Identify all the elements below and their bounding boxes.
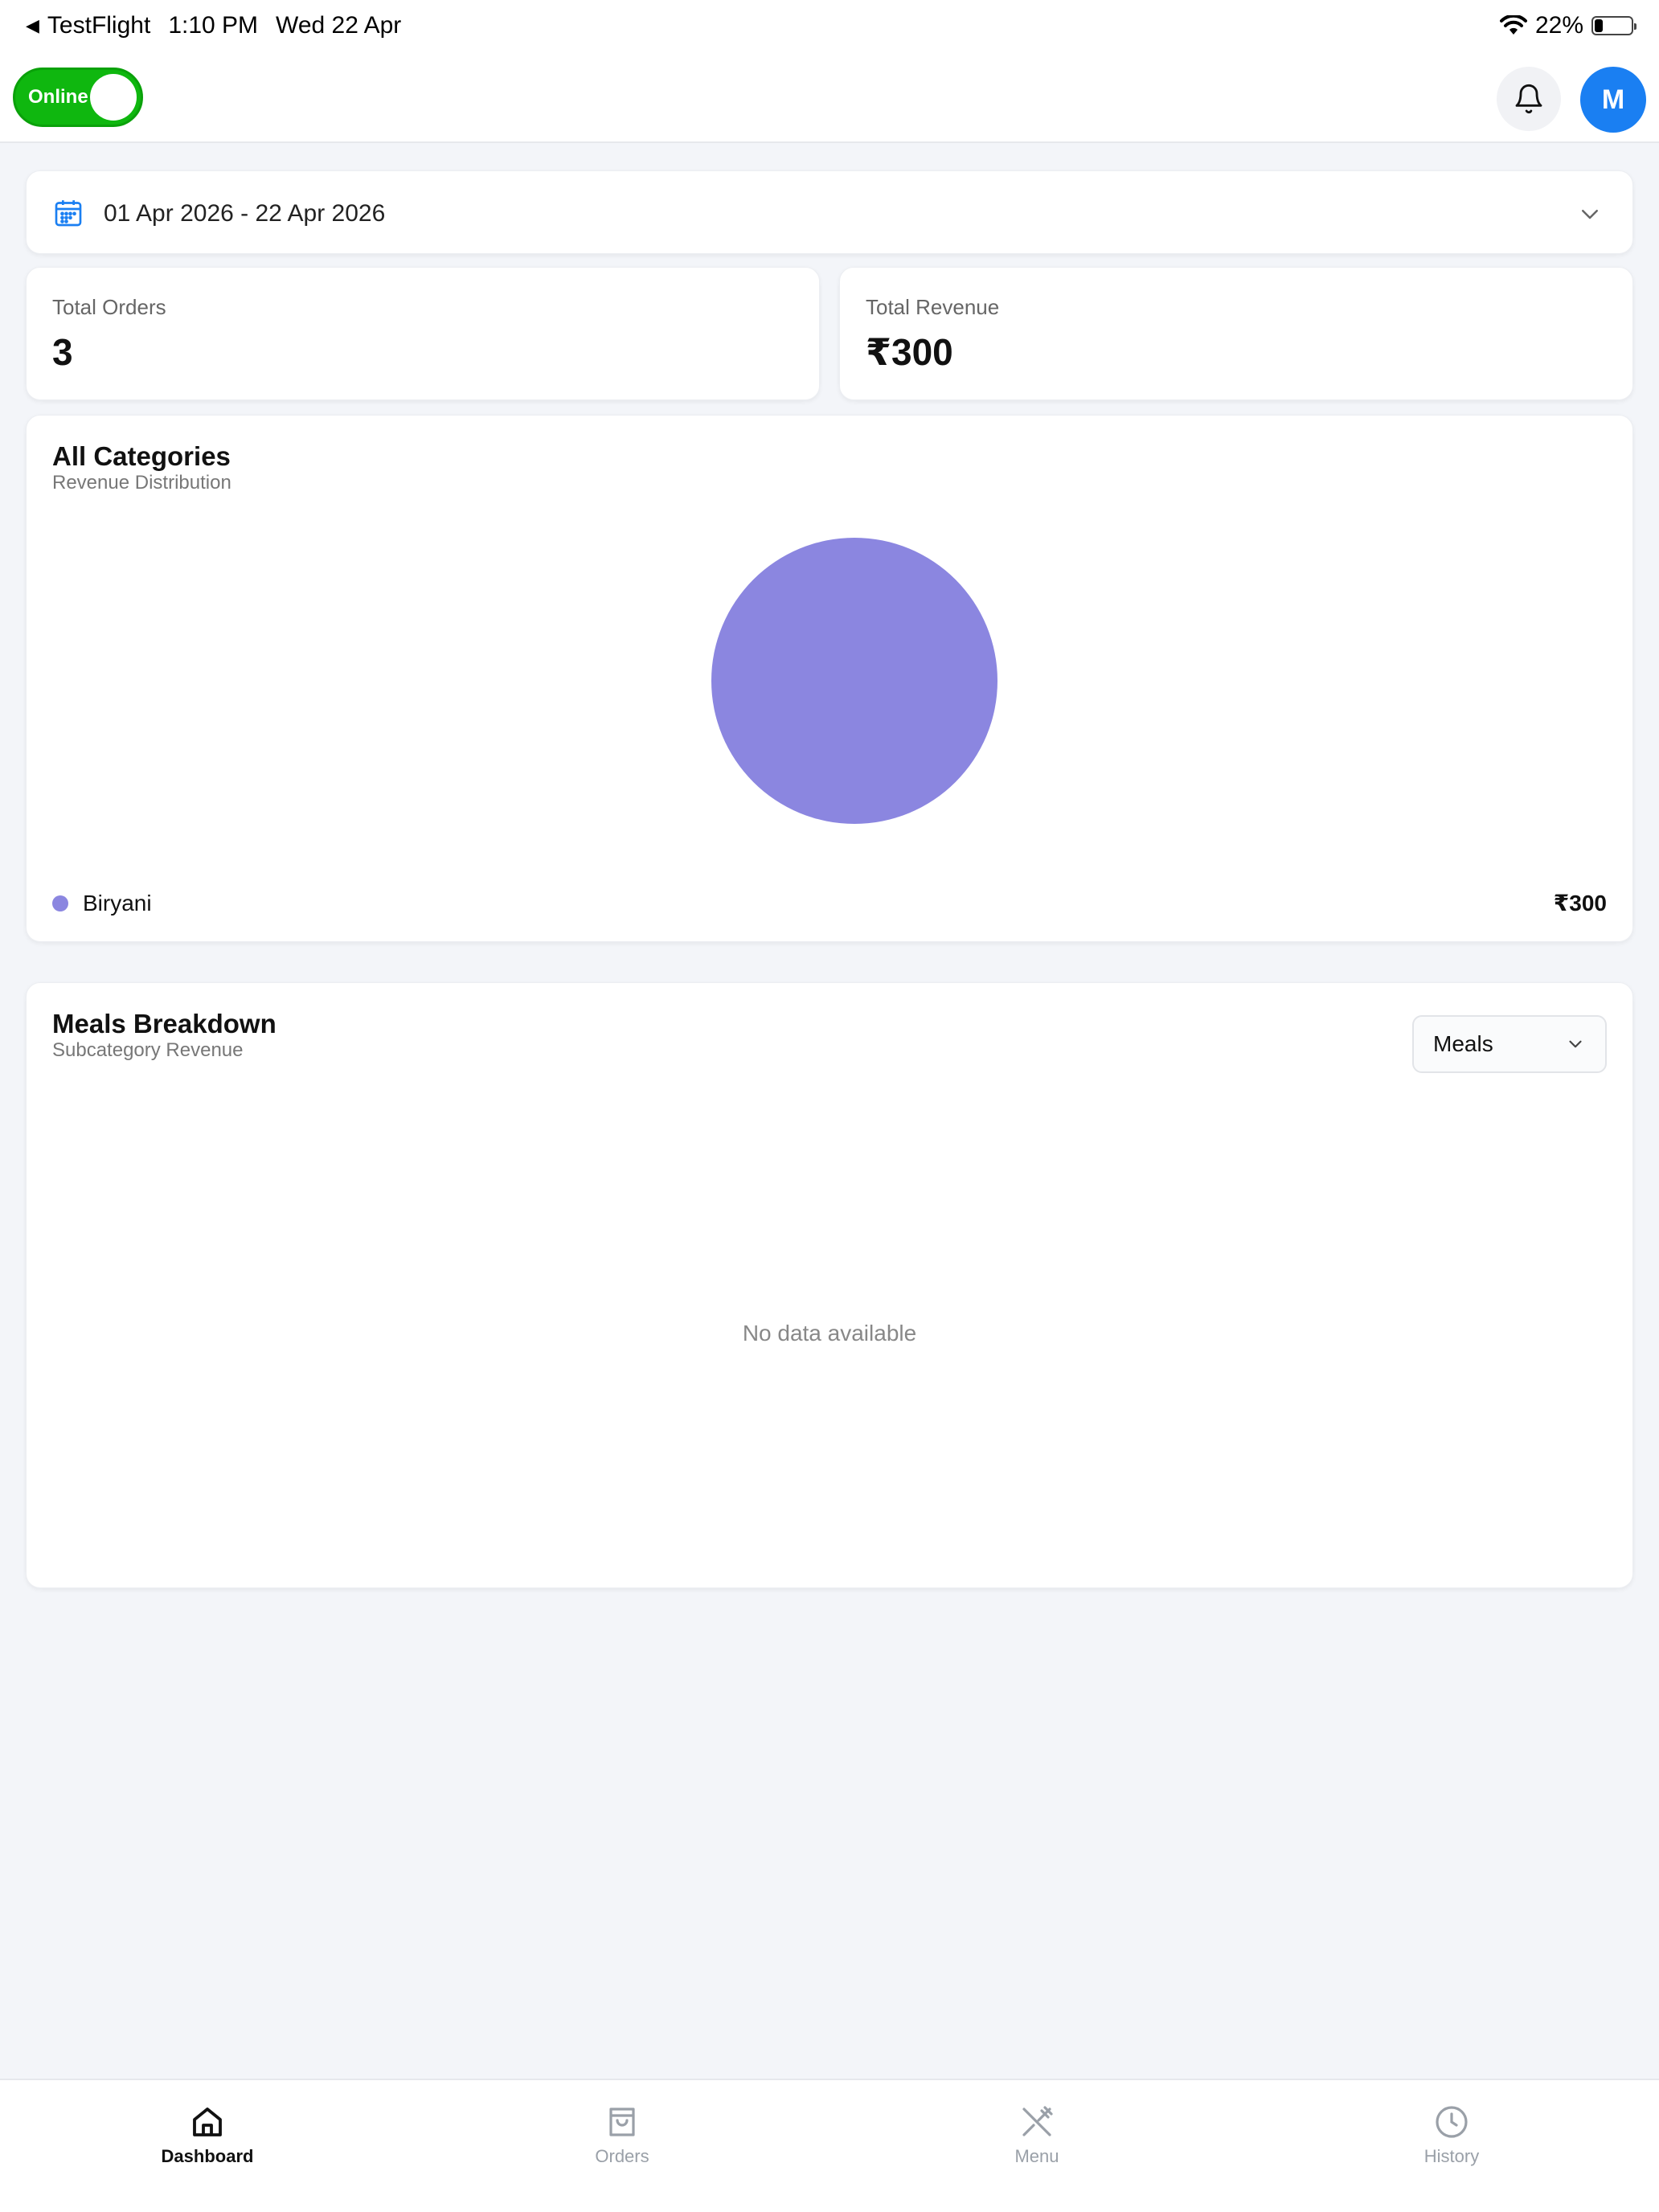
tab-history-label: History	[1423, 2146, 1480, 2166]
total-revenue-label: Total Revenue	[866, 295, 1000, 319]
total-orders-value: 3	[52, 331, 73, 373]
back-app-label[interactable]: TestFlight	[47, 12, 150, 39]
empty-state-message: No data available	[742, 1321, 917, 1346]
status-time: 1:10 PM	[168, 12, 259, 39]
clock-icon	[1436, 2106, 1468, 2138]
tab-history[interactable]: History	[1244, 2080, 1659, 2212]
date-range-text: 01 Apr 2026 - 22 Apr 2026	[104, 200, 386, 227]
battery-level	[1595, 19, 1603, 32]
back-arrow-icon[interactable]: ◀	[26, 15, 39, 36]
chevron-down-icon	[1582, 210, 1598, 219]
pie-chart-area	[27, 536, 1634, 825]
legend-label: Biryani	[83, 890, 152, 916]
toggle-knob	[90, 74, 137, 121]
tab-menu-label: Menu	[1014, 2146, 1059, 2166]
battery-icon	[1591, 16, 1636, 35]
meals-breakdown-card: Meals Breakdown Subcategory Revenue Meal…	[26, 982, 1633, 1588]
all-categories-subtitle: Revenue Distribution	[52, 472, 231, 494]
legend-color-dot	[52, 895, 68, 911]
tab-menu[interactable]: Menu	[830, 2080, 1244, 2212]
all-categories-title: All Categories	[52, 441, 231, 471]
tab-dashboard-label: Dashboard	[161, 2146, 254, 2166]
pie-legend-row: Biryani ₹300	[52, 890, 1607, 916]
notifications-button[interactable]	[1497, 67, 1561, 131]
date-range-filter[interactable]: 01 Apr 2026 - 22 Apr 2026	[26, 170, 1633, 254]
chevron-down-icon	[1569, 1040, 1582, 1048]
app-header: Online M	[0, 51, 1659, 143]
battery-percent: 22%	[1534, 12, 1583, 39]
calendar-icon	[55, 200, 82, 227]
home-icon	[193, 2108, 222, 2136]
total-orders-card: Total Orders 3	[26, 267, 820, 400]
legend-value: ₹300	[1553, 891, 1607, 916]
status-bar-left: ◀ TestFlight 1:10 PM Wed 22 Apr	[26, 12, 401, 39]
utensils-icon	[1022, 2106, 1053, 2136]
bell-icon	[1515, 84, 1542, 114]
bottom-tab-bar: Dashboard Orders Menu History	[0, 2079, 1659, 2212]
status-bar-right: 22%	[1499, 12, 1636, 39]
meals-category-select[interactable]: Meals	[1412, 1015, 1607, 1073]
online-toggle[interactable]: Online	[13, 68, 143, 127]
revenue-pie-chart	[711, 538, 997, 824]
meals-select-value: Meals	[1433, 1031, 1493, 1056]
pie-slice-biryani[interactable]	[711, 538, 997, 824]
total-orders-label: Total Orders	[52, 295, 166, 319]
wifi-icon	[1499, 15, 1527, 35]
meals-breakdown-title: Meals Breakdown	[52, 1009, 276, 1038]
tab-orders[interactable]: Orders	[415, 2080, 830, 2212]
meals-breakdown-subtitle: Subcategory Revenue	[52, 1039, 244, 1061]
online-toggle-label: Online	[28, 86, 88, 108]
legend-item: Biryani	[52, 891, 152, 916]
total-revenue-card: Total Revenue ₹300	[839, 267, 1633, 400]
tab-dashboard[interactable]: Dashboard	[0, 2080, 415, 2212]
total-revenue-value: ₹300	[866, 331, 953, 373]
shopping-bag-icon	[609, 2108, 635, 2136]
avatar[interactable]: M	[1580, 67, 1646, 133]
all-categories-card: All Categories Revenue Distribution Biry…	[26, 415, 1633, 942]
status-bar: ◀ TestFlight 1:10 PM Wed 22 Apr 22%	[0, 0, 1659, 51]
tab-orders-label: Orders	[595, 2146, 649, 2166]
status-date: Wed 22 Apr	[276, 12, 402, 39]
